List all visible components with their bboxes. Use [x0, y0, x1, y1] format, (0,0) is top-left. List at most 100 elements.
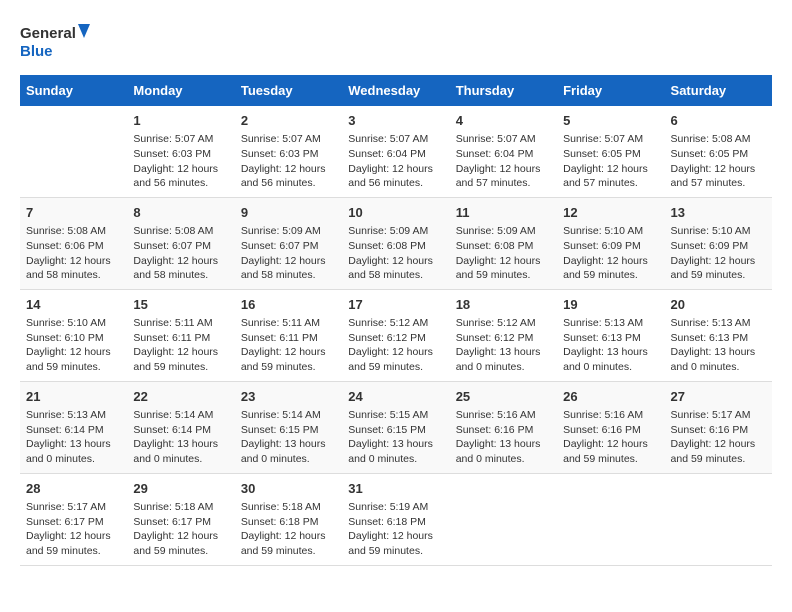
day-number: 10 [348, 204, 443, 222]
day-info: Sunrise: 5:18 AM Sunset: 6:17 PM Dayligh… [133, 500, 228, 559]
day-info: Sunrise: 5:09 AM Sunset: 6:08 PM Dayligh… [456, 224, 551, 283]
day-number: 7 [26, 204, 121, 222]
day-info: Sunrise: 5:07 AM Sunset: 6:05 PM Dayligh… [563, 132, 658, 191]
day-number: 16 [241, 296, 336, 314]
calendar-header: SundayMondayTuesdayWednesdayThursdayFrid… [20, 75, 772, 106]
calendar-week-2: 7 Sunrise: 5:08 AM Sunset: 6:06 PM Daylig… [20, 197, 772, 289]
day-number: 17 [348, 296, 443, 314]
calendar-cell: 18 Sunrise: 5:12 AM Sunset: 6:12 PM Dayli… [450, 289, 557, 381]
day-number: 1 [133, 112, 228, 130]
calendar-body: 1 Sunrise: 5:07 AM Sunset: 6:03 PM Daylig… [20, 106, 772, 565]
day-info: Sunrise: 5:10 AM Sunset: 6:09 PM Dayligh… [671, 224, 766, 283]
day-info: Sunrise: 5:15 AM Sunset: 6:15 PM Dayligh… [348, 408, 443, 467]
day-info: Sunrise: 5:17 AM Sunset: 6:16 PM Dayligh… [671, 408, 766, 467]
day-info: Sunrise: 5:14 AM Sunset: 6:15 PM Dayligh… [241, 408, 336, 467]
logo: General Blue [20, 20, 90, 65]
calendar-cell [665, 473, 772, 565]
calendar-cell: 10 Sunrise: 5:09 AM Sunset: 6:08 PM Dayli… [342, 197, 449, 289]
day-number: 27 [671, 388, 766, 406]
header-day-thursday: Thursday [450, 75, 557, 106]
calendar-cell: 26Sunrise: 5:16 AM Sunset: 6:16 PM Dayli… [557, 381, 664, 473]
header-day-wednesday: Wednesday [342, 75, 449, 106]
calendar-cell: 1 Sunrise: 5:07 AM Sunset: 6:03 PM Daylig… [127, 106, 234, 197]
day-number: 19 [563, 296, 658, 314]
day-number: 4 [456, 112, 551, 130]
calendar-cell [557, 473, 664, 565]
day-info: Sunrise: 5:07 AM Sunset: 6:04 PM Dayligh… [348, 132, 443, 191]
calendar-cell: 20 Sunrise: 5:13 AM Sunset: 6:13 PM Dayli… [665, 289, 772, 381]
header-day-friday: Friday [557, 75, 664, 106]
day-info: Sunrise: 5:08 AM Sunset: 6:06 PM Dayligh… [26, 224, 121, 283]
calendar-cell: 21Sunrise: 5:13 AM Sunset: 6:14 PM Dayli… [20, 381, 127, 473]
day-number: 15 [133, 296, 228, 314]
day-info: Sunrise: 5:13 AM Sunset: 6:13 PM Dayligh… [671, 316, 766, 375]
header-day-tuesday: Tuesday [235, 75, 342, 106]
day-number: 31 [348, 480, 443, 498]
day-number: 29 [133, 480, 228, 498]
day-number: 14 [26, 296, 121, 314]
calendar-cell: 6 Sunrise: 5:08 AM Sunset: 6:05 PM Daylig… [665, 106, 772, 197]
calendar-cell: 5 Sunrise: 5:07 AM Sunset: 6:05 PM Daylig… [557, 106, 664, 197]
calendar-cell: 3 Sunrise: 5:07 AM Sunset: 6:04 PM Daylig… [342, 106, 449, 197]
calendar-cell: 27 Sunrise: 5:17 AM Sunset: 6:16 PM Dayli… [665, 381, 772, 473]
day-info: Sunrise: 5:12 AM Sunset: 6:12 PM Dayligh… [456, 316, 551, 375]
day-number: 8 [133, 204, 228, 222]
calendar-cell: 25 Sunrise: 5:16 AM Sunset: 6:16 PM Dayli… [450, 381, 557, 473]
day-info: Sunrise: 5:08 AM Sunset: 6:05 PM Dayligh… [671, 132, 766, 191]
day-number: 24 [348, 388, 443, 406]
day-number: 18 [456, 296, 551, 314]
calendar-week-1: 1 Sunrise: 5:07 AM Sunset: 6:03 PM Daylig… [20, 106, 772, 197]
calendar-cell: 17 Sunrise: 5:12 AM Sunset: 6:12 PM Dayli… [342, 289, 449, 381]
day-info: Sunrise: 5:08 AM Sunset: 6:07 PM Dayligh… [133, 224, 228, 283]
day-number: 6 [671, 112, 766, 130]
calendar-cell: 12 Sunrise: 5:10 AM Sunset: 6:09 PM Dayli… [557, 197, 664, 289]
calendar-cell: 19 Sunrise: 5:13 AM Sunset: 6:13 PM Dayli… [557, 289, 664, 381]
day-number: 23 [241, 388, 336, 406]
calendar-cell: 14Sunrise: 5:10 AM Sunset: 6:10 PM Dayli… [20, 289, 127, 381]
header-day-sunday: Sunday [20, 75, 127, 106]
calendar-cell: 11 Sunrise: 5:09 AM Sunset: 6:08 PM Dayli… [450, 197, 557, 289]
calendar-cell: 8 Sunrise: 5:08 AM Sunset: 6:07 PM Daylig… [127, 197, 234, 289]
day-number: 21 [26, 388, 121, 406]
day-number: 2 [241, 112, 336, 130]
day-info: Sunrise: 5:09 AM Sunset: 6:08 PM Dayligh… [348, 224, 443, 283]
day-info: Sunrise: 5:12 AM Sunset: 6:12 PM Dayligh… [348, 316, 443, 375]
day-info: Sunrise: 5:16 AM Sunset: 6:16 PM Dayligh… [456, 408, 551, 467]
calendar-cell: 9Sunrise: 5:09 AM Sunset: 6:07 PM Daylig… [235, 197, 342, 289]
day-number: 3 [348, 112, 443, 130]
calendar-week-3: 14Sunrise: 5:10 AM Sunset: 6:10 PM Dayli… [20, 289, 772, 381]
calendar-cell: 23 Sunrise: 5:14 AM Sunset: 6:15 PM Dayli… [235, 381, 342, 473]
calendar-week-5: 28Sunrise: 5:17 AM Sunset: 6:17 PM Dayli… [20, 473, 772, 565]
day-number: 20 [671, 296, 766, 314]
day-info: Sunrise: 5:18 AM Sunset: 6:18 PM Dayligh… [241, 500, 336, 559]
calendar-cell: 4 Sunrise: 5:07 AM Sunset: 6:04 PM Daylig… [450, 106, 557, 197]
day-info: Sunrise: 5:16 AM Sunset: 6:16 PM Dayligh… [563, 408, 658, 467]
day-info: Sunrise: 5:11 AM Sunset: 6:11 PM Dayligh… [241, 316, 336, 375]
calendar-cell: 30 Sunrise: 5:18 AM Sunset: 6:18 PM Dayli… [235, 473, 342, 565]
day-info: Sunrise: 5:11 AM Sunset: 6:11 PM Dayligh… [133, 316, 228, 375]
day-info: Sunrise: 5:14 AM Sunset: 6:14 PM Dayligh… [133, 408, 228, 467]
day-number: 12 [563, 204, 658, 222]
day-number: 11 [456, 204, 551, 222]
day-info: Sunrise: 5:09 AM Sunset: 6:07 PM Dayligh… [241, 224, 336, 283]
day-number: 13 [671, 204, 766, 222]
day-number: 5 [563, 112, 658, 130]
day-number: 30 [241, 480, 336, 498]
day-info: Sunrise: 5:07 AM Sunset: 6:04 PM Dayligh… [456, 132, 551, 191]
calendar-cell: 2 Sunrise: 5:07 AM Sunset: 6:03 PM Daylig… [235, 106, 342, 197]
svg-text:Blue: Blue [20, 43, 53, 60]
day-info: Sunrise: 5:13 AM Sunset: 6:13 PM Dayligh… [563, 316, 658, 375]
header-row: SundayMondayTuesdayWednesdayThursdayFrid… [20, 75, 772, 106]
calendar-cell: 22Sunrise: 5:14 AM Sunset: 6:14 PM Dayli… [127, 381, 234, 473]
calendar-cell: 29 Sunrise: 5:18 AM Sunset: 6:17 PM Dayli… [127, 473, 234, 565]
day-info: Sunrise: 5:17 AM Sunset: 6:17 PM Dayligh… [26, 500, 121, 559]
day-info: Sunrise: 5:07 AM Sunset: 6:03 PM Dayligh… [241, 132, 336, 191]
day-number: 25 [456, 388, 551, 406]
day-info: Sunrise: 5:07 AM Sunset: 6:03 PM Dayligh… [133, 132, 228, 191]
calendar-cell: 13 Sunrise: 5:10 AM Sunset: 6:09 PM Dayli… [665, 197, 772, 289]
day-info: Sunrise: 5:10 AM Sunset: 6:09 PM Dayligh… [563, 224, 658, 283]
calendar-cell: 16 Sunrise: 5:11 AM Sunset: 6:11 PM Dayli… [235, 289, 342, 381]
logo-svg: General Blue [20, 20, 90, 65]
calendar-cell [450, 473, 557, 565]
calendar-table: SundayMondayTuesdayWednesdayThursdayFrid… [20, 75, 772, 566]
